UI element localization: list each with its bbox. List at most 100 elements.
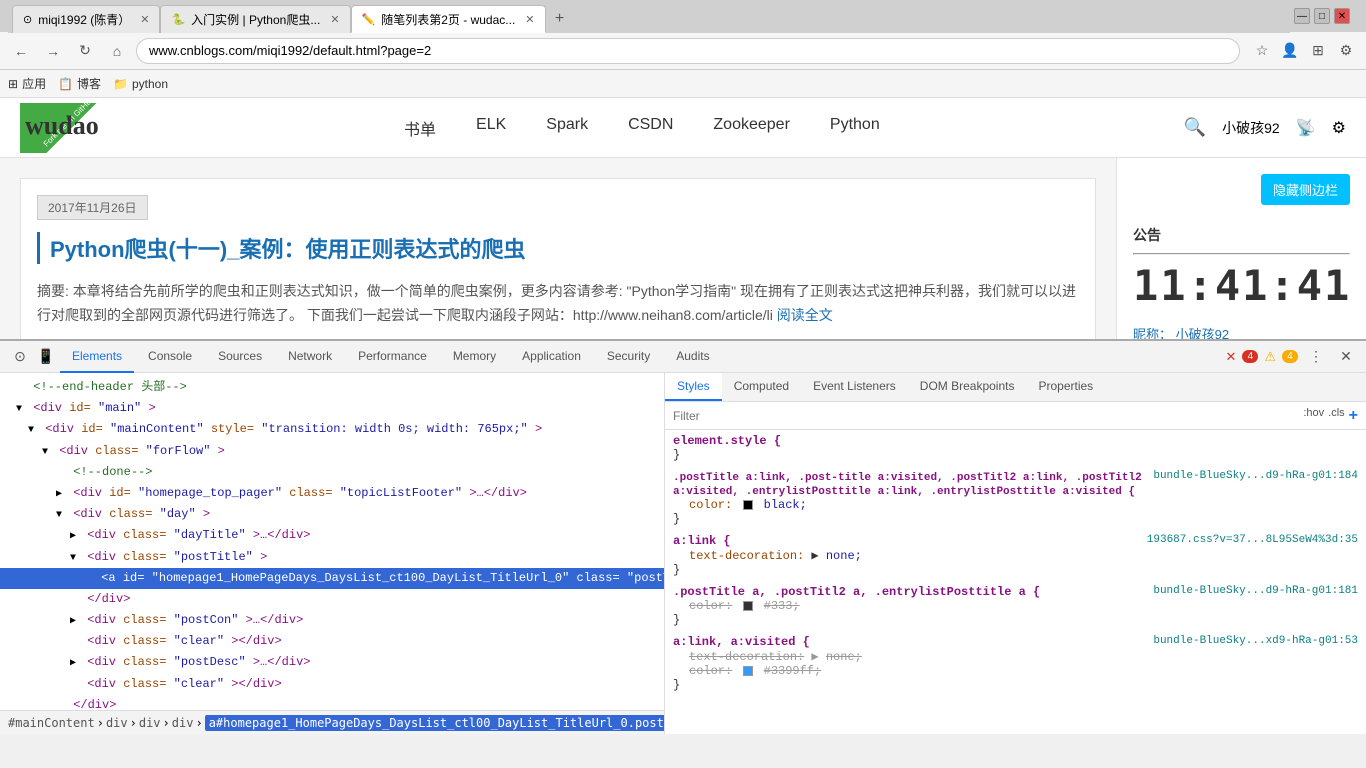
tab-github[interactable]: ⊙ miqi1992 (陈青） ✕ <box>12 5 160 33</box>
devtools-tab-console[interactable]: Console <box>136 341 204 373</box>
read-more-link[interactable]: 阅读全文 <box>777 307 833 323</box>
tab-close-github[interactable]: ✕ <box>140 13 149 26</box>
filter-add-button[interactable]: + <box>1349 407 1358 425</box>
dom-line-5[interactable]: <!--done--> <box>0 462 664 483</box>
reload-button[interactable]: ↻ <box>72 38 98 64</box>
hide-sidebar-button[interactable]: 隐藏侧边栏 <box>1261 174 1350 205</box>
dom-tree[interactable]: <!--end-header 头部--> <div id= "main" > <… <box>0 373 664 710</box>
source-alink-visited[interactable]: bundle-BlueSky...xd9-hRa-g01:53 <box>1153 635 1358 647</box>
source-posttitle[interactable]: bundle-BlueSky...d9-hRa-g01:184 <box>1153 470 1358 482</box>
new-tab-button[interactable]: + <box>546 5 574 33</box>
rss-icon[interactable]: ⊞ <box>1306 39 1330 63</box>
breadcrumb-main[interactable]: #mainContent <box>8 716 95 730</box>
dom-line-clear2[interactable]: <div class= "clear" ></div> <box>0 674 664 695</box>
maximize-button[interactable]: □ <box>1314 8 1330 24</box>
rss-feed-icon[interactable]: 📡 <box>1296 118 1316 138</box>
settings-cog-icon[interactable]: ⚙ <box>1332 118 1346 138</box>
nav-zookeeper[interactable]: Zookeeper <box>713 116 790 140</box>
post-title[interactable]: Python爬虫(十一)_案例：使用正则表达式的爬虫 <box>37 232 1079 264</box>
devtools-tab-elements[interactable]: Elements <box>60 341 134 373</box>
styles-tab-event-listeners[interactable]: Event Listeners <box>801 373 908 401</box>
forward-button[interactable]: → <box>40 38 66 64</box>
nickname-value[interactable]: 小破孩92 <box>1176 327 1229 339</box>
devtools-more-button[interactable]: ⋮ <box>1304 345 1328 369</box>
dom-line-1[interactable]: <!--end-header 头部--> <box>0 377 664 398</box>
dom-line-2[interactable]: <div id= "main" > <box>0 398 664 419</box>
breadcrumb-selected[interactable]: a#homepage1_HomePageDays_DaysList_ctl00_… <box>205 715 664 731</box>
devtools-inspect-button[interactable]: ⊙ <box>8 345 32 369</box>
dom-attr-4: class= <box>95 444 138 458</box>
nav-csdn[interactable]: CSDN <box>628 116 673 140</box>
close-button[interactable]: ✕ <box>1334 8 1350 24</box>
nav-python[interactable]: Python <box>830 116 880 140</box>
devtools-tab-security[interactable]: Security <box>595 341 662 373</box>
dom-line-4[interactable]: <div class= "forFlow" > <box>0 441 664 462</box>
dom-line-close-posttitle[interactable]: </div> <box>0 589 664 610</box>
triangle-6[interactable] <box>56 487 66 503</box>
devtools-tab-performance[interactable]: Performance <box>346 341 439 373</box>
triangle-3[interactable] <box>28 423 38 439</box>
home-button[interactable]: ⌂ <box>104 38 130 64</box>
devtools-tab-application[interactable]: Application <box>510 341 593 373</box>
devtools-close-button[interactable]: ✕ <box>1334 345 1358 369</box>
styles-tab-styles[interactable]: Styles <box>665 373 722 401</box>
styles-tab-properties[interactable]: Properties <box>1026 373 1105 401</box>
dom-line-clear1[interactable]: <div class= "clear" ></div> <box>0 631 664 652</box>
breadcrumb-div3[interactable]: div <box>172 716 194 730</box>
dom-line-3[interactable]: <div id= "mainContent" style= "transitio… <box>0 419 664 440</box>
back-button[interactable]: ← <box>8 38 34 64</box>
dom-line-postdesc[interactable]: <div class= "postDesc" >…</div> <box>0 652 664 673</box>
style-selector-posttitle2-row: .postTitle a, .postTitl2 a, .entrylistPo… <box>673 585 1358 599</box>
filter-hov-button[interactable]: :hov <box>1303 407 1324 425</box>
triangle-postdesc[interactable] <box>70 656 80 672</box>
settings-icon[interactable]: ⚙ <box>1334 39 1358 63</box>
dom-line-postcon[interactable]: <div class= "postCon" >…</div> <box>0 610 664 631</box>
dom-line-close-day[interactable]: </div> <box>0 695 664 710</box>
bookmark-apps[interactable]: ⊞ 应用 <box>8 75 46 92</box>
dom-line-9[interactable]: <div class= "postTitle" > <box>0 547 664 568</box>
triangle-7[interactable] <box>56 508 66 524</box>
dom-line-6[interactable]: <div id= "homepage_top_pager" class= "to… <box>0 483 664 504</box>
breadcrumb-div2[interactable]: div <box>139 716 161 730</box>
bookmark-star-icon[interactable]: ☆ <box>1250 39 1274 63</box>
bookmark-blog[interactable]: 📋 博客 <box>58 75 101 92</box>
devtools-tab-network[interactable]: Network <box>276 341 344 373</box>
tab-close-python[interactable]: ✕ <box>330 13 339 26</box>
triangle-4[interactable] <box>42 445 52 461</box>
toolbar-icons: ☆ 👤 ⊞ ⚙ <box>1250 39 1358 63</box>
source-posttitle2[interactable]: bundle-BlueSky...d9-hRa-g01:181 <box>1153 585 1358 597</box>
tab-close-blog[interactable]: ✕ <box>525 13 534 26</box>
triangle-postcon[interactable] <box>70 614 80 630</box>
styles-tab-dom-breakpoints[interactable]: DOM Breakpoints <box>908 373 1027 401</box>
dom-line-7[interactable]: <div class= "day" > <box>0 504 664 525</box>
minimize-button[interactable]: — <box>1294 8 1310 24</box>
styles-tab-computed[interactable]: Computed <box>722 373 801 401</box>
nav-spark[interactable]: Spark <box>546 116 588 140</box>
dom-breadcrumb: #mainContent › div › div › div › a#homep… <box>0 710 664 734</box>
dom-line-selected[interactable]: <a id= "homepage1_HomePageDays_DaysList_… <box>0 568 664 589</box>
tab-python[interactable]: 🐍 入门实例 | Python爬虫... ✕ <box>160 5 350 33</box>
bookmark-python[interactable]: 📁 python <box>113 77 168 91</box>
dom-close-postdesc: >…</div> <box>253 655 311 669</box>
tab-blog[interactable]: ✏️ 随笔列表第2页 - wudac... ✕ <box>351 5 546 33</box>
search-icon[interactable]: 🔍 <box>1184 117 1206 138</box>
devtools-tab-sources[interactable]: Sources <box>206 341 274 373</box>
tab-title-blog: 随笔列表第2页 - wudac... <box>381 11 515 28</box>
blog-bookmark-label: 博客 <box>77 75 101 92</box>
triangle-2[interactable] <box>16 402 26 418</box>
dom-line-8[interactable]: <div class= "dayTitle" >…</div> <box>0 525 664 546</box>
devtools-tab-audits[interactable]: Audits <box>664 341 721 373</box>
devtools-tab-memory[interactable]: Memory <box>441 341 508 373</box>
nav-books[interactable]: 书单 <box>404 116 436 140</box>
devtools-device-button[interactable]: 📱 <box>34 345 58 369</box>
user-name-display[interactable]: 小破孩92 <box>1222 118 1280 138</box>
breadcrumb-div1[interactable]: div <box>106 716 128 730</box>
triangle-8[interactable] <box>70 529 80 545</box>
url-input[interactable] <box>136 38 1240 64</box>
filter-cls-button[interactable]: .cls <box>1328 407 1345 425</box>
triangle-9[interactable] <box>70 551 80 567</box>
source-alink[interactable]: 193687.css?v=37...8L95SeW4%3d:35 <box>1147 534 1358 546</box>
user-icon[interactable]: 👤 <box>1278 39 1302 63</box>
nav-elk[interactable]: ELK <box>476 116 506 140</box>
styles-filter-input[interactable] <box>673 409 1299 423</box>
